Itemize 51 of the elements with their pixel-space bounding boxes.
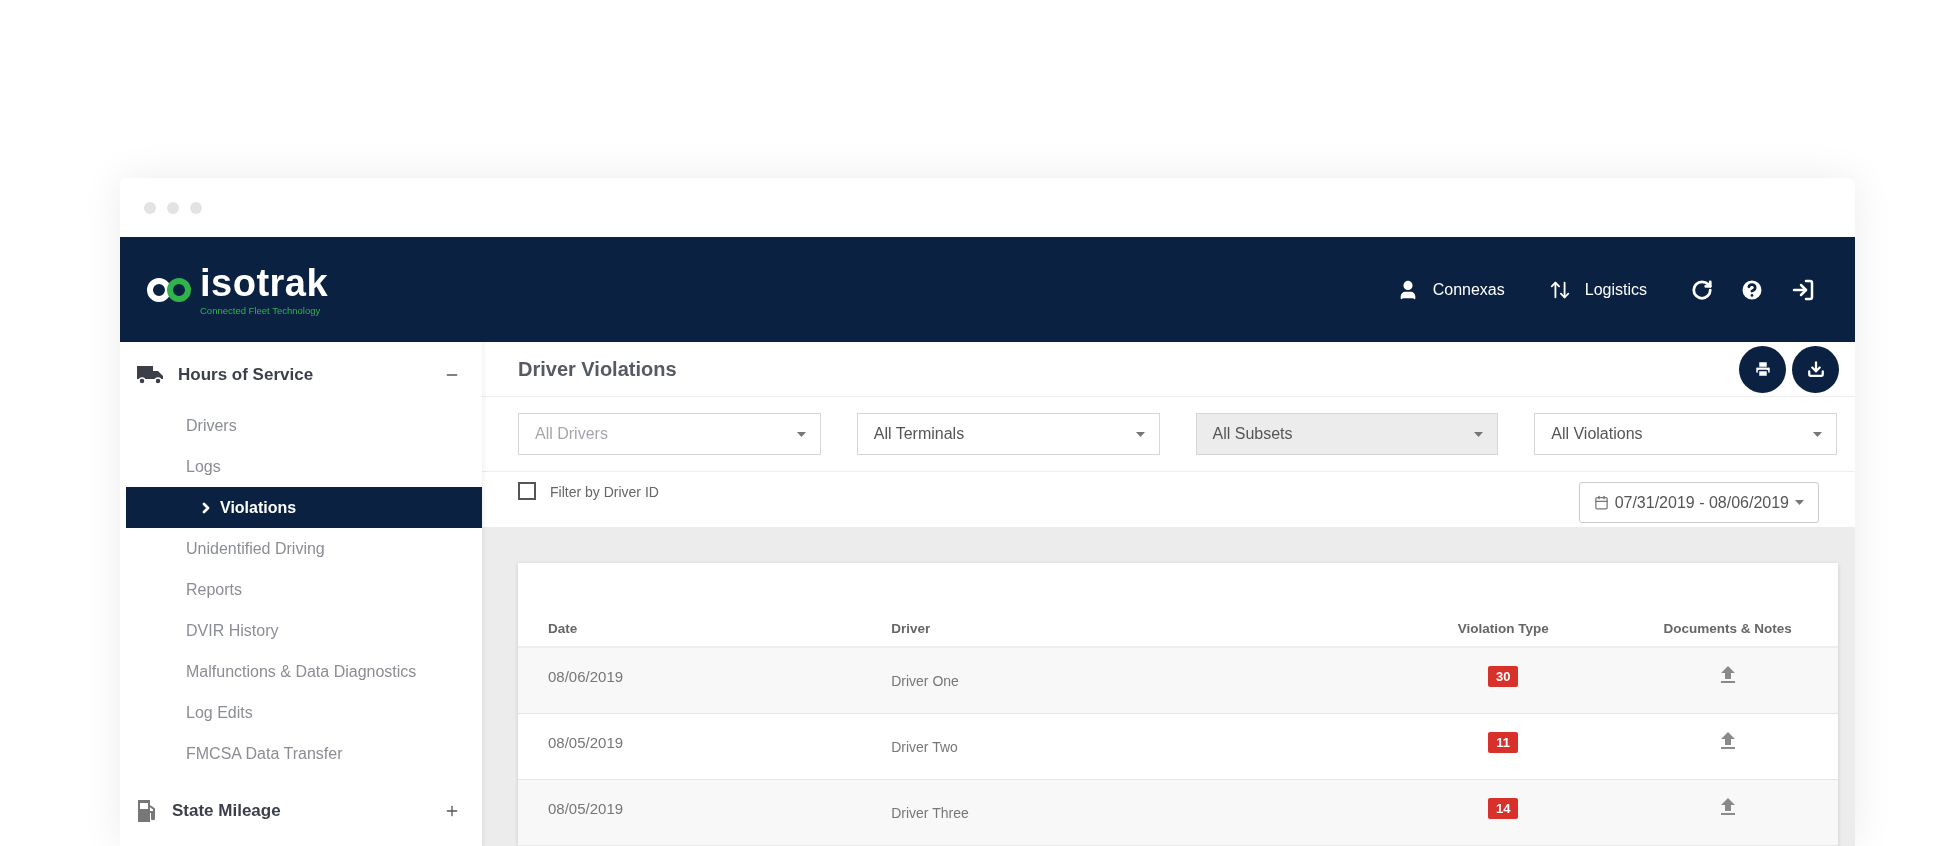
truck-icon	[136, 363, 164, 386]
table-cell: Driver Two	[861, 713, 1390, 780]
sidebar-item[interactable]: Unidentified Driving	[126, 528, 482, 569]
sidebar-item[interactable]: Reports	[126, 569, 482, 610]
fuel-pump-icon	[136, 797, 158, 824]
violation-count: 14	[1487, 798, 1519, 819]
group-link[interactable]: Logistics	[1584, 280, 1647, 299]
window-dot	[144, 201, 156, 214]
upload-icon[interactable]	[1719, 798, 1736, 816]
filter-dropdown[interactable]: All Violations	[1534, 413, 1837, 455]
calendar-icon	[1593, 495, 1609, 510]
sidebar-item[interactable]: FMCSA Data Transfer	[126, 733, 482, 774]
checkbox[interactable]	[518, 482, 536, 500]
table-cell: Driver One	[861, 647, 1390, 714]
upload-icon[interactable]	[1719, 666, 1736, 684]
filter-dropdown[interactable]: All Terminals	[856, 413, 1160, 455]
sidebar-item[interactable]: Violations	[126, 487, 482, 528]
account-link[interactable]: Connexas	[1432, 280, 1505, 299]
upload-icon[interactable]	[1719, 732, 1736, 750]
sidebar-item[interactable]: Malfunctions & Data Diagnostics	[126, 651, 482, 692]
refresh-icon[interactable]	[1691, 278, 1713, 301]
page-title: Driver Violations	[518, 357, 678, 381]
caret-icon	[796, 431, 806, 437]
violation-count: 11	[1488, 732, 1519, 753]
caret-icon	[1135, 431, 1145, 437]
date-range-button[interactable]: 07/31/2019 - 08/06/2019	[1578, 482, 1819, 523]
window-dot	[167, 201, 179, 214]
sign-in-icon[interactable]	[1791, 277, 1815, 302]
caret-icon	[1795, 500, 1804, 505]
logo-wordmark: isotrak	[200, 263, 329, 302]
violation-count: 30	[1487, 666, 1519, 687]
sidebar-item[interactable]: Logs	[126, 446, 482, 487]
printer-icon	[1753, 360, 1772, 378]
caret-icon	[1813, 431, 1822, 437]
download-icon	[1806, 360, 1825, 378]
sidebar-item[interactable]: Drivers	[126, 405, 482, 446]
sidebar-item[interactable]: Log Edits	[126, 692, 482, 733]
window-dot	[190, 201, 202, 214]
table-cell: 08/05/2019	[518, 713, 862, 780]
checkbox-label: Filter by Driver ID	[550, 484, 660, 500]
print-button[interactable]	[1739, 345, 1786, 393]
table-cell: 08/05/2019	[518, 779, 862, 846]
table-cell: Driver Three	[861, 779, 1390, 846]
sidebar-section[interactable]: State Mileage	[172, 800, 444, 821]
logo-tagline: Connected Fleet Technology	[200, 304, 322, 316]
sidebar-section[interactable]: Hours of Service	[178, 364, 444, 385]
sidebar-item[interactable]: DVIR History	[126, 610, 482, 651]
caret-icon	[1474, 431, 1484, 437]
logo-icon	[146, 275, 192, 304]
table-cell: 08/06/2019	[518, 647, 862, 714]
download-button[interactable]	[1792, 345, 1839, 393]
